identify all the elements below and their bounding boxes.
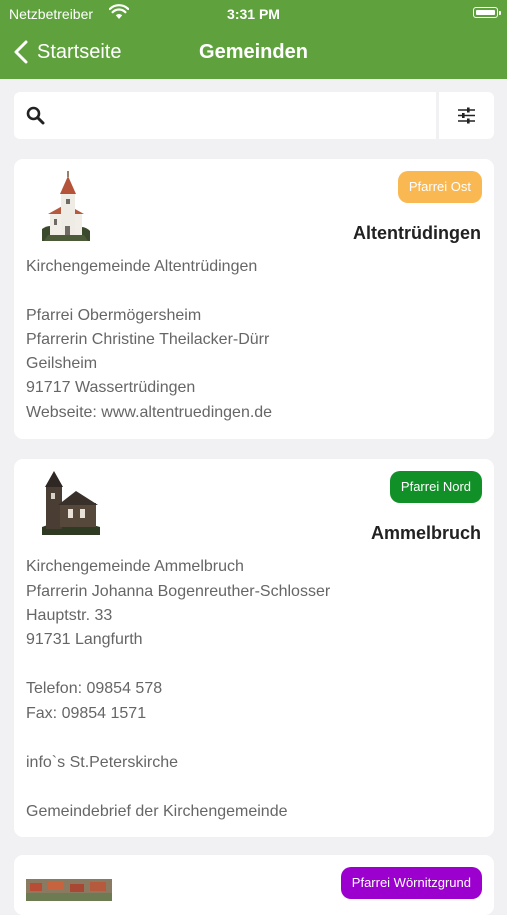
back-button[interactable]: Startseite <box>14 38 121 66</box>
parish-card[interactable]: Pfarrei Ost Altentrüdingen Kirchengemein… <box>14 159 494 439</box>
village-image <box>26 879 112 901</box>
info-line: Kirchengemeinde Ammelbruch <box>26 558 244 575</box>
parish-name: Altentrüdingen <box>353 223 481 243</box>
fax-line: Fax: 09854 1571 <box>26 705 147 722</box>
info-line: 91731 Langfurth <box>26 631 143 648</box>
parish-card[interactable]: Pfarrei Nord Ammelbruch Kirchengemeinde … <box>14 459 494 837</box>
pfarrei-badge: Pfarrei Nord <box>389 471 482 503</box>
website-link[interactable]: Webseite: www.altentruedingen.de <box>26 404 272 422</box>
status-time: 3:31 PM <box>227 6 280 22</box>
church-image <box>42 471 100 535</box>
page-title: Gemeinden <box>199 41 308 63</box>
church-image <box>42 171 90 241</box>
info-line: Geilsheim <box>26 355 98 372</box>
phone-line[interactable]: Telefon: 09854 578 <box>26 680 162 698</box>
filter-button[interactable] <box>439 92 494 139</box>
parish-name: Ammelbruch <box>370 523 481 543</box>
newsletter-link[interactable]: Gemeindebrief der Kirchengemeinde <box>26 803 287 821</box>
sliders-icon <box>458 107 475 124</box>
chevron-left-icon <box>14 40 28 64</box>
battery-icon <box>473 7 501 18</box>
info-line: Pfarrerin Johanna Bogenreuther-Schlosser <box>26 583 331 600</box>
app-header: Netzbetreiber 3:31 PM Startseite Gemeind… <box>0 0 507 79</box>
info-line: 91717 Wassertrüdingen <box>26 379 196 396</box>
info-line: Hauptstr. 33 <box>26 607 113 624</box>
pfarrei-badge: Pfarrei Wörnitzgrund <box>340 867 482 899</box>
parish-card[interactable]: Pfarrei Wörnitzgrund <box>14 855 494 915</box>
search-input[interactable] <box>58 100 432 133</box>
search-icon <box>26 106 45 125</box>
info-link[interactable]: info`s St.Peterskirche <box>26 754 178 772</box>
back-label: Startseite <box>37 40 122 63</box>
search-bar <box>14 92 436 139</box>
pfarrei-badge: Pfarrei Ost <box>397 171 482 203</box>
info-line: Kirchengemeinde Altentrüdingen <box>26 258 258 275</box>
info-line: Pfarrei Obermögersheim <box>26 307 202 324</box>
info-line: Pfarrerin Christine Theilacker-Dürr <box>26 331 270 348</box>
